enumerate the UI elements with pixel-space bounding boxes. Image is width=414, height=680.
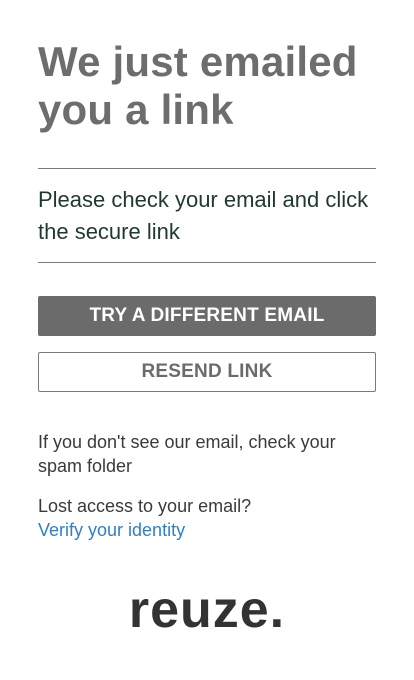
verify-identity-link[interactable]: Verify your identity xyxy=(38,518,185,542)
divider-bottom xyxy=(38,262,376,263)
spam-folder-hint: If you don't see our email, check your s… xyxy=(38,432,336,476)
try-different-email-button[interactable]: TRY A DIFFERENT EMAIL xyxy=(38,296,376,336)
lost-access-text: Lost access to your email? xyxy=(38,496,252,516)
reuze-logo: reuze. xyxy=(128,581,286,639)
page-title: We just emailed you a link xyxy=(38,38,358,133)
divider-top xyxy=(38,168,376,169)
check-email-message: Please check your email and click the se… xyxy=(38,187,369,244)
resend-link-button[interactable]: RESEND LINK xyxy=(38,352,376,392)
